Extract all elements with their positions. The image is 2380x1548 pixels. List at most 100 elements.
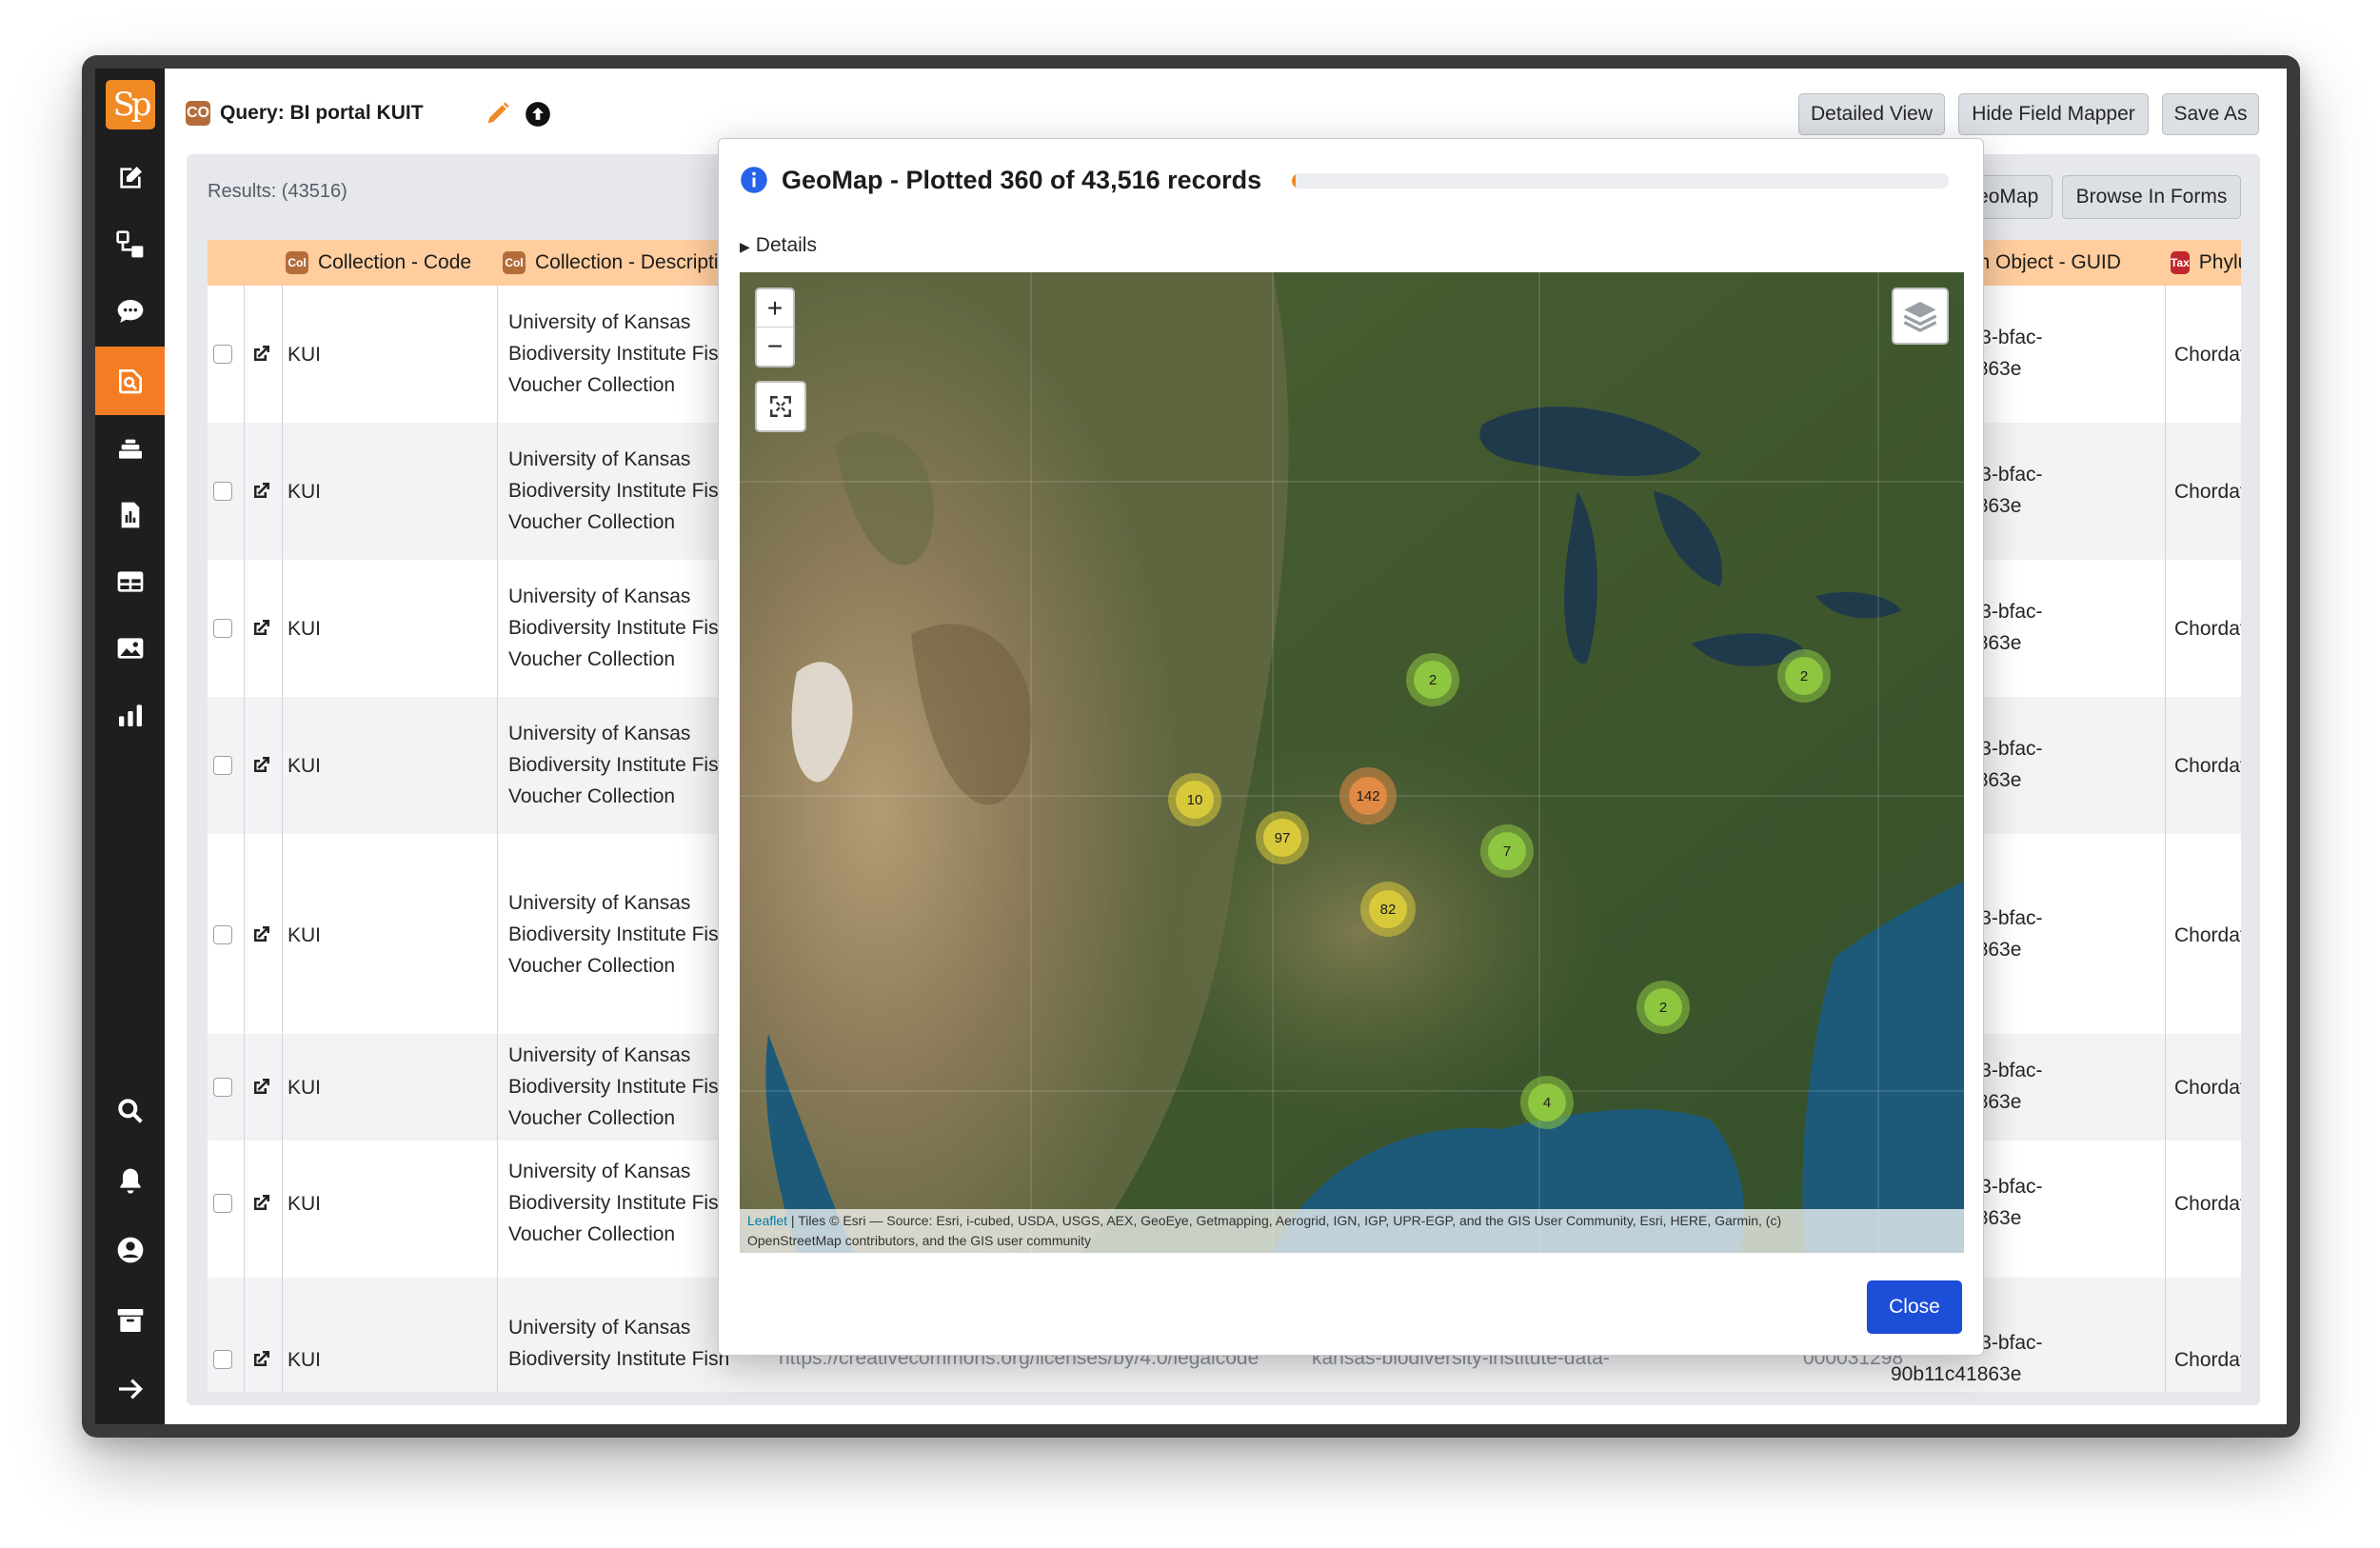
open-record-icon[interactable] bbox=[249, 343, 272, 366]
geomap-title: GeoMap - Plotted 360 of 43,516 records bbox=[782, 166, 1262, 194]
row-checkbox[interactable] bbox=[213, 619, 232, 638]
layers-button[interactable] bbox=[1892, 288, 1949, 345]
collection-code: KUI bbox=[288, 1077, 322, 1099]
tables-icon[interactable] bbox=[95, 548, 165, 615]
phylum-cell: Chordata bbox=[2174, 344, 2241, 366]
interactions-icon[interactable] bbox=[95, 278, 165, 345]
map-cluster-marker[interactable]: 2 bbox=[1406, 653, 1459, 706]
collection-code: KUI bbox=[288, 924, 322, 946]
collection-code: KUI bbox=[288, 755, 322, 777]
attribution-text: OpenStreetMap contributors, and the GIS … bbox=[747, 1233, 1092, 1248]
open-record-icon[interactable] bbox=[249, 1348, 272, 1371]
row-checkbox[interactable] bbox=[213, 925, 232, 944]
open-record-icon[interactable] bbox=[249, 1192, 272, 1215]
zoom-out-button[interactable]: − bbox=[757, 327, 793, 366]
row-checkbox[interactable] bbox=[213, 1194, 232, 1213]
zoom-control: + − bbox=[755, 288, 795, 367]
desc-line: Voucher Collection bbox=[508, 511, 676, 533]
detailed-view-button[interactable]: Detailed View bbox=[1798, 93, 1945, 135]
guid-line: 90b11c41863e bbox=[1891, 1363, 2022, 1385]
phylum-cell: Chordata bbox=[2174, 481, 2241, 503]
collection-description: University of Kansas Biodiversity Instit… bbox=[508, 444, 729, 538]
column-divider bbox=[244, 286, 245, 1392]
map-cluster-marker[interactable]: 82 bbox=[1360, 882, 1416, 937]
collection-code: KUI bbox=[288, 481, 322, 503]
map-cluster-marker[interactable]: 7 bbox=[1480, 824, 1534, 878]
data-entry-icon[interactable] bbox=[95, 145, 165, 211]
open-record-icon[interactable] bbox=[249, 617, 272, 640]
open-record-icon[interactable] bbox=[249, 1076, 272, 1099]
column-header-collection-code[interactable]: Col Collection - Code bbox=[286, 240, 471, 286]
search-icon[interactable] bbox=[95, 1078, 165, 1144]
collection-description: University of Kansas Biodiversity Instit… bbox=[508, 1156, 729, 1250]
open-record-icon[interactable] bbox=[249, 754, 272, 777]
row-checkbox[interactable] bbox=[213, 1078, 232, 1097]
column-divider bbox=[2165, 286, 2166, 1392]
specify-logo[interactable]: Sp bbox=[106, 80, 155, 129]
close-button[interactable]: Close bbox=[1867, 1280, 1962, 1334]
browse-in-forms-button[interactable]: Browse In Forms bbox=[2062, 175, 2241, 219]
details-toggle[interactable]: ▶ Details bbox=[740, 234, 817, 257]
row-checkbox[interactable] bbox=[213, 756, 232, 775]
info-icon bbox=[741, 167, 767, 193]
desc-line: Biodiversity Institute Fish bbox=[508, 1348, 730, 1370]
leaflet-link[interactable]: Leaflet bbox=[747, 1213, 787, 1228]
map-cluster-marker[interactable]: 10 bbox=[1168, 773, 1221, 826]
open-record-icon[interactable] bbox=[249, 480, 272, 503]
column-header-phylum[interactable]: Tax Phylum bbox=[2171, 240, 2241, 286]
queries-icon[interactable] bbox=[95, 347, 165, 415]
logout-icon[interactable] bbox=[95, 1356, 165, 1422]
disclosure-triangle-icon: ▶ bbox=[740, 239, 750, 254]
geomap-dialog: GeoMap - Plotted 360 of 43,516 records ▶… bbox=[718, 138, 1984, 1356]
details-label: Details bbox=[755, 234, 817, 256]
column-label: Collection - Code bbox=[318, 251, 472, 273]
desc-line: Voucher Collection bbox=[508, 1107, 676, 1129]
tax-badge: Tax bbox=[2171, 251, 2190, 274]
fullscreen-icon bbox=[770, 396, 791, 417]
phylum-cell: Chordata bbox=[2174, 1077, 2241, 1099]
cluster-count: 7 bbox=[1488, 832, 1526, 870]
desc-line: University of Kansas bbox=[508, 311, 691, 333]
fullscreen-button[interactable] bbox=[755, 381, 806, 432]
phylum-cell: Chordata bbox=[2174, 618, 2241, 640]
trees-icon[interactable] bbox=[95, 211, 165, 278]
archive-icon[interactable] bbox=[95, 1287, 165, 1354]
desc-line: Biodiversity Institute Fish bbox=[508, 343, 730, 365]
record-sets-icon[interactable] bbox=[95, 415, 165, 482]
results-count: Results: (43516) bbox=[208, 181, 347, 202]
desc-line: Voucher Collection bbox=[508, 1223, 676, 1245]
cluster-count: 4 bbox=[1528, 1083, 1566, 1121]
row-checkbox[interactable] bbox=[213, 482, 232, 501]
map-cluster-marker[interactable]: 97 bbox=[1256, 811, 1309, 864]
save-as-button[interactable]: Save As bbox=[2162, 93, 2259, 135]
user-icon[interactable] bbox=[95, 1217, 165, 1283]
map-cluster-marker[interactable]: 2 bbox=[1777, 649, 1831, 703]
hide-field-mapper-button[interactable]: Hide Field Mapper bbox=[1958, 93, 2149, 135]
bell-icon[interactable] bbox=[95, 1148, 165, 1215]
col-badge: Col bbox=[286, 251, 308, 274]
pencil-icon[interactable] bbox=[485, 100, 511, 127]
map-cluster-marker[interactable]: 2 bbox=[1636, 981, 1690, 1034]
attachments-icon[interactable] bbox=[95, 615, 165, 682]
statistics-icon[interactable] bbox=[95, 682, 165, 748]
map-cluster-marker[interactable]: 142 bbox=[1339, 767, 1397, 824]
cluster-count: 2 bbox=[1785, 657, 1823, 695]
map-cluster-marker[interactable]: 4 bbox=[1520, 1076, 1574, 1129]
upload-icon[interactable] bbox=[525, 101, 551, 128]
zoom-in-button[interactable]: + bbox=[757, 289, 793, 327]
desc-line: University of Kansas bbox=[508, 448, 691, 470]
open-record-icon[interactable] bbox=[249, 923, 272, 946]
desc-line: Biodiversity Institute Fish bbox=[508, 617, 730, 639]
reports-icon[interactable] bbox=[95, 482, 165, 548]
cluster-count: 2 bbox=[1644, 988, 1682, 1026]
desc-line: Voucher Collection bbox=[508, 955, 676, 977]
desc-line: University of Kansas bbox=[508, 1161, 691, 1182]
row-checkbox[interactable] bbox=[213, 1350, 232, 1369]
collection-description: University of Kansas Biodiversity Instit… bbox=[508, 307, 729, 401]
layers-icon bbox=[1903, 302, 1937, 332]
geomap-map[interactable]: + − 2 2 10 142 97 7 82 2 4 Leaflet | Til… bbox=[740, 272, 1964, 1253]
column-label: Collection - Description bbox=[535, 251, 741, 273]
cluster-count: 142 bbox=[1349, 777, 1387, 815]
map-attribution: Leaflet | Tiles © Esri — Source: Esri, i… bbox=[740, 1209, 1964, 1253]
row-checkbox[interactable] bbox=[213, 345, 232, 364]
